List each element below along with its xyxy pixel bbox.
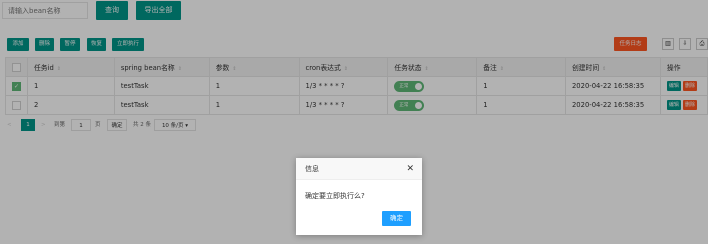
confirm-dialog: 信息 ✕ 确定要立即执行么? 确定 bbox=[296, 158, 422, 235]
dialog-title: 信息 bbox=[296, 158, 422, 180]
dialog-confirm-button[interactable]: 确定 bbox=[382, 211, 411, 226]
close-icon[interactable]: ✕ bbox=[406, 163, 414, 175]
dialog-message: 确定要立即执行么? bbox=[305, 192, 365, 200]
